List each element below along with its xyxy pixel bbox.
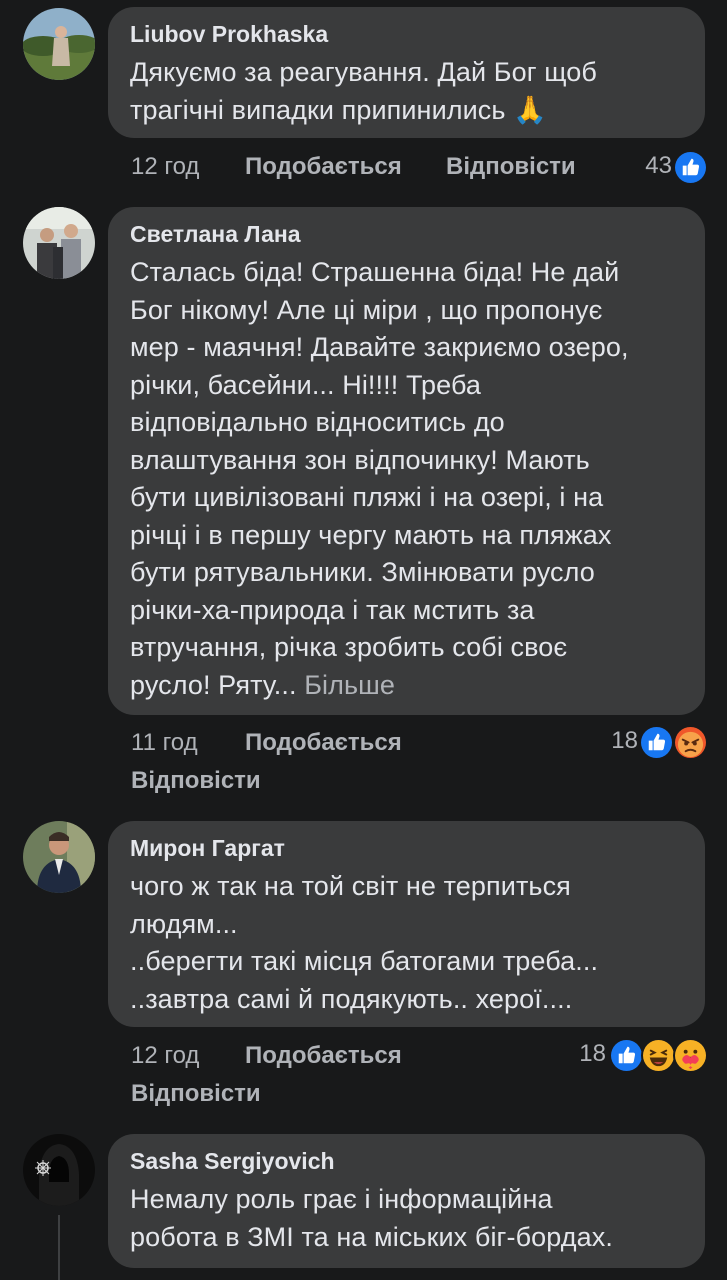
avatar[interactable]	[23, 207, 95, 279]
like-button[interactable]: Подобається	[245, 727, 402, 759]
haha-reaction-icon	[641, 1038, 676, 1073]
reaction-count: 43	[645, 152, 672, 179]
comments-feed: Liubov Prokhaska Дякуємо за реагування. …	[0, 0, 727, 1280]
avatar[interactable]	[23, 821, 95, 893]
comment-author[interactable]: Sasha Sergiyovich	[130, 1147, 683, 1175]
angry-reaction-icon	[673, 725, 708, 760]
comment-author[interactable]: Мирон Гаргат	[130, 834, 683, 862]
reaction-count: 18	[611, 727, 638, 754]
comment-text: Немалу роль грає і інформаційна робота в…	[130, 1184, 613, 1252]
comment-time[interactable]: 12 год	[131, 1040, 199, 1072]
avatar[interactable]	[23, 1134, 95, 1206]
comment-time[interactable]: 11 год	[131, 727, 198, 759]
comment-bubble: Мирон Гаргат чого ж так на той світ не т…	[108, 821, 705, 1027]
avatar[interactable]	[23, 8, 95, 80]
emoji: 🙏	[513, 94, 547, 125]
like-reaction-icon	[639, 725, 674, 760]
care-reaction-icon	[673, 1038, 708, 1073]
comment-bubble: Светлана Лана Сталась біда! Страшенна бі…	[108, 207, 705, 715]
comment-author[interactable]: Светлана Лана	[130, 220, 683, 248]
like-button[interactable]: Подобається	[245, 1040, 402, 1072]
reaction-summary[interactable]: 18	[570, 1037, 710, 1073]
comment-author[interactable]: Liubov Prokhaska	[130, 20, 683, 48]
reply-button[interactable]: Відповісти	[131, 765, 261, 797]
comment-text: чого ж так на той світ не терпиться людя…	[130, 871, 599, 1014]
comment-bubble: Sasha Sergiyovich Немалу роль грає і інф…	[108, 1134, 705, 1268]
like-button[interactable]: Подобається	[245, 151, 402, 183]
reaction-summary[interactable]: 18	[600, 724, 710, 760]
like-reaction-icon	[673, 150, 708, 185]
comment-text: Дякуємо за реагування. Дай Бог щоб трагі…	[130, 57, 597, 125]
comment-bubble: Liubov Prokhaska Дякуємо за реагування. …	[108, 7, 705, 138]
reaction-summary[interactable]: 43	[620, 149, 710, 185]
see-more-link[interactable]: Більше	[304, 670, 395, 700]
comment-text: Сталась біда! Страшенна біда! Не дай Бог…	[130, 257, 629, 700]
reply-button[interactable]: Відповісти	[131, 1078, 261, 1110]
reply-button[interactable]: Відповісти	[446, 151, 576, 183]
like-reaction-icon	[609, 1038, 644, 1073]
reply-thread-line	[58, 1215, 60, 1280]
reaction-count: 18	[579, 1040, 606, 1067]
comment-time[interactable]: 12 год	[131, 151, 199, 183]
